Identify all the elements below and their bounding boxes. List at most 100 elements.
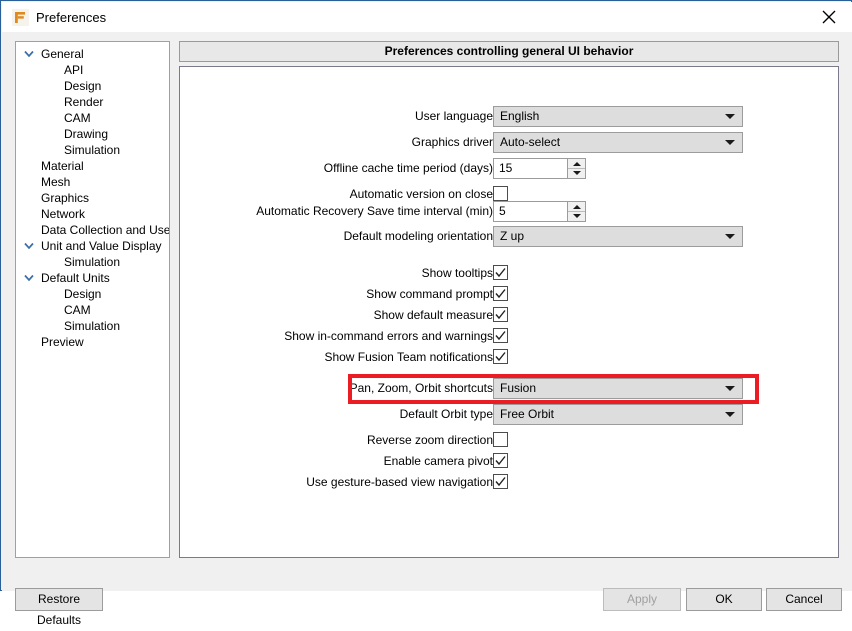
form-row-reverse-zoom-direction: Reverse zoom direction bbox=[180, 430, 840, 452]
spinner-decrement-icon[interactable] bbox=[568, 212, 585, 221]
sidebar-item-data-collection-and-use[interactable]: Data Collection and Use bbox=[16, 222, 169, 238]
sidebar-item-design[interactable]: Design bbox=[16, 286, 169, 302]
spinner-decrement-icon[interactable] bbox=[568, 169, 585, 178]
sidebar-item-cam[interactable]: CAM bbox=[16, 110, 169, 126]
cancel-button[interactable]: Cancel bbox=[766, 588, 842, 611]
sidebar-item-cam[interactable]: CAM bbox=[16, 302, 169, 318]
label-show-tooltips: Show tooltips bbox=[421, 266, 493, 280]
sidebar-item-label: Simulation bbox=[64, 255, 121, 269]
chevron-down-icon[interactable] bbox=[725, 412, 735, 417]
chevron-down-icon[interactable] bbox=[725, 386, 735, 391]
combo-value: Free Orbit bbox=[500, 407, 555, 421]
sidebar-item-label: Graphics bbox=[41, 191, 90, 205]
combo-user-language[interactable]: English bbox=[493, 106, 743, 127]
label-show-command-prompt: Show command prompt bbox=[366, 287, 493, 301]
sidebar-item-label: Drawing bbox=[64, 127, 109, 141]
panel-body: User language English Graphics driver Auto-… bbox=[179, 66, 839, 558]
chevron-down-icon[interactable] bbox=[725, 114, 735, 119]
chevron-down-icon[interactable] bbox=[23, 238, 35, 254]
label-user-language: User language bbox=[414, 109, 493, 123]
apply-button[interactable]: Apply bbox=[603, 588, 681, 611]
preferences-form: User language English Graphics driver Auto-… bbox=[180, 67, 840, 559]
spinner-automatic-recovery-save-time-interval-min[interactable]: 5 bbox=[493, 201, 586, 222]
window-title: Preferences bbox=[36, 10, 107, 25]
spinner-buttons[interactable] bbox=[567, 159, 585, 178]
checkbox-reverse-zoom-direction[interactable] bbox=[493, 432, 508, 447]
restore-defaults-button[interactable]: Restore Defaults bbox=[15, 588, 103, 627]
checkbox-show-command-prompt[interactable] bbox=[493, 286, 508, 301]
close-icon[interactable] bbox=[806, 2, 852, 32]
sidebar-item-material[interactable]: Material bbox=[16, 158, 169, 174]
sidebar-item-label: CAM bbox=[64, 303, 91, 317]
sidebar-item-design[interactable]: Design bbox=[16, 78, 169, 94]
sidebar-item-label: Preview bbox=[41, 335, 84, 349]
label-default-modeling-orientation: Default modeling orientation bbox=[343, 229, 493, 243]
sidebar-item-label: Material bbox=[41, 159, 84, 173]
combo-pan-zoom-orbit-shortcuts[interactable]: Fusion bbox=[493, 378, 743, 399]
label-enable-camera-pivot: Enable camera pivot bbox=[383, 454, 493, 468]
form-row-automatic-recovery-save-time-interval-min: Automatic Recovery Save time interval (m… bbox=[180, 201, 840, 223]
chevron-down-icon[interactable] bbox=[23, 46, 35, 62]
preferences-category-tree[interactable]: General API Design Render CAM Drawing Simulati… bbox=[15, 41, 170, 558]
checkbox-show-fusion-team-notifications[interactable] bbox=[493, 349, 508, 364]
form-row-show-default-measure: Show default measure bbox=[180, 305, 840, 327]
sidebar-item-label: Mesh bbox=[41, 175, 71, 189]
sidebar-item-label: CAM bbox=[64, 111, 91, 125]
combo-value: English bbox=[500, 109, 540, 123]
sidebar-item-label: Unit and Value Display bbox=[41, 239, 162, 253]
checkbox-use-gesture-based-view-navigation[interactable] bbox=[493, 474, 508, 489]
spinner-increment-icon[interactable] bbox=[568, 202, 585, 211]
sidebar-item-drawing[interactable]: Drawing bbox=[16, 126, 169, 142]
spinner-offline-cache-time-period-days[interactable]: 15 bbox=[493, 158, 586, 179]
ok-button[interactable]: OK bbox=[686, 588, 762, 611]
spinner-buttons[interactable] bbox=[567, 202, 585, 221]
label-show-fusion-team-notifications: Show Fusion Team notifications bbox=[324, 350, 493, 364]
sidebar-item-label: General bbox=[41, 47, 84, 61]
sidebar-item-preview[interactable]: Preview bbox=[16, 334, 169, 350]
form-row-use-gesture-based-view-navigation: Use gesture-based view navigation bbox=[180, 472, 840, 494]
sidebar-item-label: API bbox=[64, 63, 84, 77]
chevron-down-icon[interactable] bbox=[23, 270, 35, 286]
form-row-pan-zoom-orbit-shortcuts: Pan, Zoom, Orbit shortcuts Fusion bbox=[180, 378, 840, 400]
sidebar-item-default-units[interactable]: Default Units bbox=[16, 270, 169, 286]
chevron-down-icon[interactable] bbox=[725, 140, 735, 145]
form-row-show-command-prompt: Show command prompt bbox=[180, 284, 840, 306]
sidebar-item-unit-and-value-display[interactable]: Unit and Value Display bbox=[16, 238, 169, 254]
panel-header: Preferences controlling general UI behav… bbox=[179, 41, 839, 62]
label-use-gesture-based-view-navigation: Use gesture-based view navigation bbox=[306, 475, 493, 489]
combo-graphics-driver[interactable]: Auto-select bbox=[493, 132, 743, 153]
sidebar-item-label: Data Collection and Use bbox=[41, 223, 170, 237]
form-row-user-language: User language English bbox=[180, 106, 840, 128]
spinner-increment-icon[interactable] bbox=[568, 159, 585, 168]
sidebar-item-simulation[interactable]: Simulation bbox=[16, 142, 169, 158]
sidebar-item-simulation[interactable]: Simulation bbox=[16, 254, 169, 270]
checkbox-enable-camera-pivot[interactable] bbox=[493, 453, 508, 468]
label-automatic-recovery-save-time-interval-min: Automatic Recovery Save time interval (m… bbox=[256, 204, 493, 218]
sidebar-item-graphics[interactable]: Graphics bbox=[16, 190, 169, 206]
combo-default-orbit-type[interactable]: Free Orbit bbox=[493, 404, 743, 425]
combo-value: Fusion bbox=[500, 381, 537, 395]
sidebar-item-label: Design bbox=[64, 79, 102, 93]
checkbox-show-tooltips[interactable] bbox=[493, 265, 508, 280]
label-graphics-driver: Graphics driver bbox=[411, 135, 493, 149]
spinner-value: 5 bbox=[499, 204, 506, 218]
checkbox-show-default-measure[interactable] bbox=[493, 307, 508, 322]
sidebar-item-network[interactable]: Network bbox=[16, 206, 169, 222]
sidebar-item-label: Network bbox=[41, 207, 86, 221]
preferences-dialog: Preferences General API Design Render CAM Dra… bbox=[0, 0, 852, 627]
checkbox-show-in-command-errors-and-warnings[interactable] bbox=[493, 328, 508, 343]
combo-default-modeling-orientation[interactable]: Z up bbox=[493, 226, 743, 247]
label-pan-zoom-orbit-shortcuts: Pan, Zoom, Orbit shortcuts bbox=[349, 381, 493, 395]
chevron-down-icon[interactable] bbox=[725, 234, 735, 239]
sidebar-item-label: Simulation bbox=[64, 319, 121, 333]
sidebar-item-simulation[interactable]: Simulation bbox=[16, 318, 169, 334]
sidebar-item-mesh[interactable]: Mesh bbox=[16, 174, 169, 190]
combo-value: Z up bbox=[500, 229, 525, 243]
fusion-f-icon bbox=[12, 9, 29, 26]
sidebar-item-render[interactable]: Render bbox=[16, 94, 169, 110]
sidebar-item-general[interactable]: General bbox=[16, 46, 169, 62]
form-row-graphics-driver: Graphics driver Auto-select bbox=[180, 132, 840, 154]
sidebar-item-api[interactable]: API bbox=[16, 62, 169, 78]
checkbox-automatic-version-on-close[interactable] bbox=[493, 186, 508, 201]
sidebar-item-label: Design bbox=[64, 287, 102, 301]
